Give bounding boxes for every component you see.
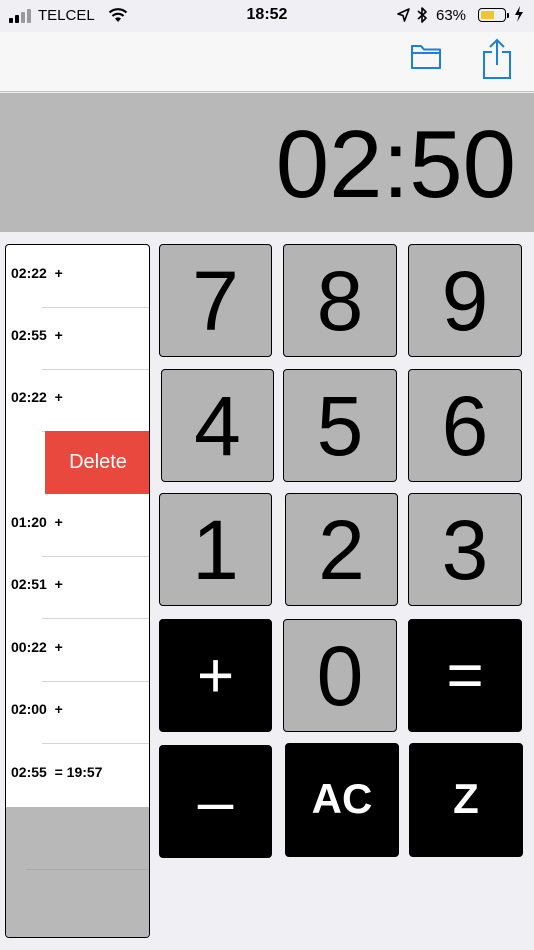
battery-percent: 63% bbox=[436, 7, 467, 24]
key-8[interactable]: 8 bbox=[283, 244, 397, 357]
charging-icon bbox=[515, 6, 523, 22]
history-list[interactable]: 02:22 + 02:55 + 02:22 + Delete 01:20 + 0… bbox=[5, 244, 150, 938]
plus-button[interactable]: + bbox=[159, 619, 272, 732]
delete-button[interactable]: Delete bbox=[45, 431, 149, 494]
folder-icon[interactable] bbox=[410, 42, 442, 70]
list-item-text: 01:20 + bbox=[11, 514, 63, 530]
list-item-text: 00:22 + bbox=[11, 639, 63, 655]
key-3[interactable]: 3 bbox=[408, 493, 522, 606]
key-6[interactable]: 6 bbox=[408, 369, 522, 482]
key-5[interactable]: 5 bbox=[283, 369, 397, 482]
status-bar: TELCEL 18:52 63% bbox=[0, 0, 534, 32]
share-icon[interactable] bbox=[482, 38, 512, 80]
key-label: 2 bbox=[318, 503, 365, 597]
key-label: Z bbox=[453, 775, 479, 822]
battery-icon bbox=[478, 8, 509, 22]
key-label: – bbox=[197, 765, 234, 837]
key-label: 9 bbox=[441, 254, 489, 348]
list-item-text: 02:00 + bbox=[11, 701, 63, 717]
display-value: 02:50 bbox=[275, 111, 516, 218]
key-4[interactable]: 4 bbox=[161, 369, 274, 482]
toolbar bbox=[0, 32, 534, 92]
list-item[interactable]: 02:51 + bbox=[6, 556, 149, 619]
key-label: 4 bbox=[194, 379, 241, 473]
key-0[interactable]: 0 bbox=[283, 619, 397, 732]
list-item[interactable]: 02:00 + bbox=[6, 681, 149, 744]
list-item-text: 02:55 = 19:57 bbox=[11, 764, 103, 780]
key-label: + bbox=[196, 639, 235, 711]
key-7[interactable]: 7 bbox=[159, 244, 272, 357]
list-item-text: 02:55 + bbox=[11, 327, 63, 343]
key-1[interactable]: 1 bbox=[159, 493, 272, 606]
key-9[interactable]: 9 bbox=[408, 244, 522, 357]
minus-button[interactable]: – bbox=[159, 745, 272, 858]
key-label: 5 bbox=[316, 379, 364, 473]
key-label: 1 bbox=[192, 503, 239, 597]
list-empty-area bbox=[6, 807, 149, 937]
key-label: 8 bbox=[316, 254, 364, 348]
key-label: 3 bbox=[441, 503, 489, 597]
list-item[interactable]: 01:20 + bbox=[6, 494, 149, 557]
key-label: 0 bbox=[316, 629, 364, 723]
list-item-text: 02:22 + bbox=[11, 389, 63, 405]
key-label: 6 bbox=[441, 379, 489, 473]
equals-button[interactable]: = bbox=[408, 619, 522, 732]
bluetooth-icon bbox=[417, 7, 427, 23]
list-item-text: 02:22 + bbox=[11, 265, 63, 281]
key-label: AC bbox=[311, 775, 373, 822]
clear-button[interactable]: AC bbox=[285, 743, 399, 857]
key-label: = bbox=[446, 639, 484, 711]
display-panel: 02:50 bbox=[0, 93, 534, 232]
z-button[interactable]: Z bbox=[409, 743, 523, 857]
key-2[interactable]: 2 bbox=[285, 493, 398, 606]
key-label: 7 bbox=[192, 254, 239, 348]
list-item-text: 02:51 + bbox=[11, 576, 63, 592]
list-item[interactable]: 02:22 + bbox=[6, 369, 149, 432]
list-item[interactable]: 02:55 = 19:57 bbox=[6, 744, 149, 807]
list-item[interactable]: 00:22 + bbox=[6, 619, 149, 682]
location-icon bbox=[397, 8, 410, 22]
list-item[interactable]: 02:55 + bbox=[6, 307, 149, 370]
list-item[interactable]: 02:22 + bbox=[6, 245, 149, 308]
